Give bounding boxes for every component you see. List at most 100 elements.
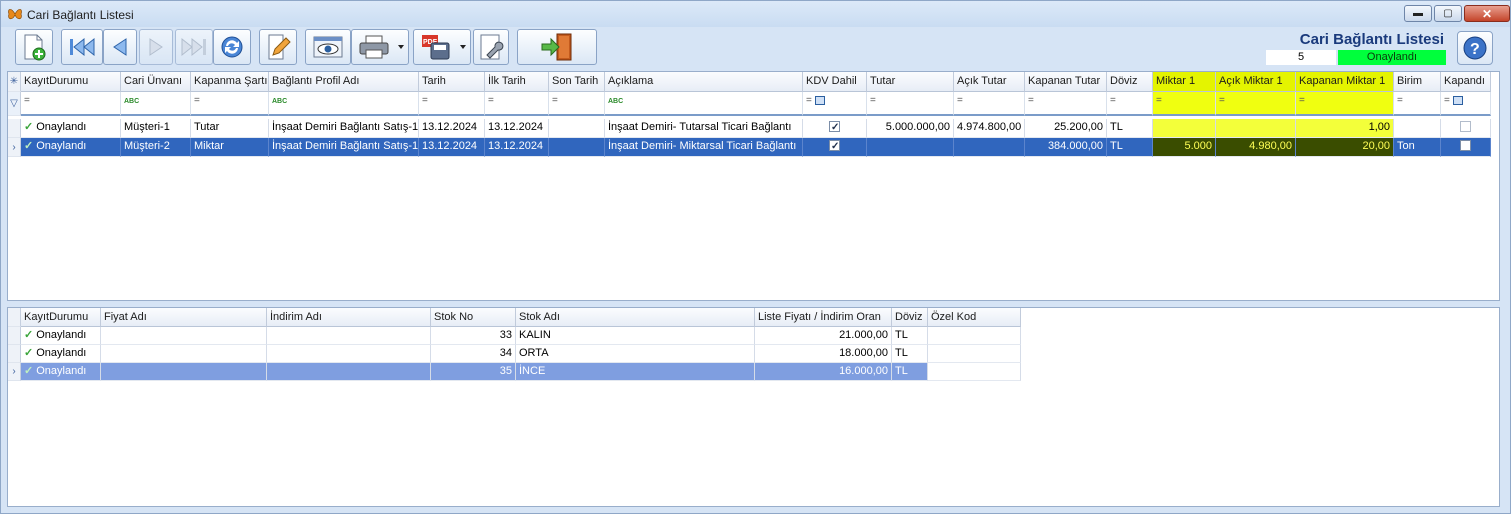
kapandi-checkbox[interactable] (1460, 120, 1471, 132)
filter-kayitdurumu[interactable]: = (21, 92, 121, 116)
help-button[interactable]: ? (1457, 31, 1493, 65)
cell-stok-adi: KALIN (516, 327, 755, 345)
refresh-button[interactable] (213, 29, 251, 65)
kapandi-checkbox[interactable] (1460, 139, 1471, 151)
list-item-selected[interactable]: › ✓ Onaylandı 35 İNCE 16.000,00 TL (8, 363, 1021, 381)
col-doviz[interactable]: Döviz (892, 308, 928, 327)
filter-ilk-tarih[interactable]: = (485, 92, 549, 116)
check-icon: ✓ (24, 347, 34, 359)
text-filter-icon: ABC (608, 98, 624, 105)
check-icon: ✓ (24, 365, 34, 377)
cell-aciklama: İnşaat Demiri- Miktarsal Ticari Bağlantı (605, 138, 803, 157)
exit-button[interactable] (517, 29, 597, 65)
filter-cari-unvani[interactable]: ABC (121, 92, 191, 116)
close-button[interactable]: ✕ (1464, 5, 1510, 22)
col-acik-tutar[interactable]: Açık Tutar (954, 72, 1025, 92)
edit-button[interactable] (259, 29, 297, 65)
kdv-checkbox[interactable] (829, 119, 840, 136)
col-kdv-dahil[interactable]: KDV Dahil (803, 72, 867, 92)
col-doviz[interactable]: Döviz (1107, 72, 1153, 92)
cell-stok-adi: İNCE (516, 363, 755, 381)
cell-kapandi[interactable] (1441, 138, 1491, 157)
cell-kapandi[interactable] (1441, 119, 1491, 138)
filter-baglanti-profil-adi[interactable]: ABC (269, 92, 419, 116)
preview-button[interactable] (305, 29, 351, 65)
filter-birim[interactable]: = (1394, 92, 1441, 116)
cell-doviz: TL (1107, 138, 1153, 157)
svg-text:?: ? (1470, 41, 1480, 58)
kdv-checkbox[interactable] (829, 138, 840, 155)
detail-grid-header: KayıtDurumu Fiyat Adı İndirim Adı Stok N… (8, 308, 1021, 327)
col-kapandi[interactable]: Kapandı (1441, 72, 1491, 92)
col-stok-adi[interactable]: Stok Adı (516, 308, 755, 327)
print-dropdown-arrow-icon[interactable] (398, 45, 404, 49)
header-corner (8, 308, 21, 327)
cell-birim: Ton (1394, 138, 1441, 157)
filter-kapanan-tutar[interactable]: = (1025, 92, 1107, 116)
col-kapanma-sarti[interactable]: Kapanma Şartı (191, 72, 269, 92)
col-stok-no[interactable]: Stok No (431, 308, 516, 327)
cell-status: ✓ Onaylandı (21, 345, 101, 363)
list-item[interactable]: ✓ Onaylandı 33 KALIN 21.000,00 TL (8, 327, 1021, 345)
cell-stok-no: 33 (431, 327, 516, 345)
filter-tutar[interactable]: = (867, 92, 954, 116)
equals-icon: = (1299, 95, 1305, 106)
col-kayitdurumu[interactable]: KayıtDurumu (21, 308, 101, 327)
cell-status: ✓ Onaylandı (21, 119, 121, 138)
col-fiyat-adi[interactable]: Fiyat Adı (101, 308, 267, 327)
next-record-icon (149, 38, 163, 56)
cell-doviz: TL (892, 327, 928, 345)
new-record-button[interactable] (15, 29, 53, 65)
cell-kdv-dahil[interactable] (803, 138, 867, 157)
cell-doviz: TL (892, 363, 928, 381)
col-miktar-1[interactable]: Miktar 1 (1153, 72, 1216, 92)
col-liste-fiyati[interactable]: Liste Fiyatı / İndirim Oran (755, 308, 892, 327)
list-item[interactable]: ✓ Onaylandı 34 ORTA 18.000,00 TL (8, 345, 1021, 363)
col-ilk-tarih[interactable]: İlk Tarih (485, 72, 549, 92)
col-indirim-adi[interactable]: İndirim Adı (267, 308, 431, 327)
col-tutar[interactable]: Tutar (867, 72, 954, 92)
col-acik-miktar-1[interactable]: Açık Miktar 1 (1216, 72, 1296, 92)
filter-kapanan-miktar-1[interactable]: = (1296, 92, 1394, 116)
print-button[interactable] (351, 29, 409, 65)
filter-kapandi[interactable]: = (1441, 92, 1491, 116)
first-record-button[interactable] (61, 29, 103, 65)
pdf-dropdown-arrow-icon[interactable] (460, 45, 466, 49)
cell-doviz: TL (1107, 119, 1153, 138)
filter-son-tarih[interactable]: = (549, 92, 605, 116)
col-ozel-kod[interactable]: Özel Kod (928, 308, 1021, 327)
filter-doviz[interactable]: = (1107, 92, 1153, 116)
table-row[interactable]: ✓ Onaylandı Müşteri-1 Tutar İnşaat Demiri… (8, 119, 1499, 138)
row-indicator (8, 345, 21, 363)
settings-button[interactable] (473, 29, 509, 65)
minimize-button[interactable]: ▬ (1404, 5, 1432, 22)
col-cari-unvani[interactable]: Cari Ünvanı (121, 72, 191, 92)
col-kayitdurumu[interactable]: KayıtDurumu (21, 72, 121, 92)
filter-tarih[interactable]: = (419, 92, 485, 116)
col-kapanan-tutar[interactable]: Kapanan Tutar (1025, 72, 1107, 92)
cell-kdv-dahil[interactable] (803, 119, 867, 138)
col-son-tarih[interactable]: Son Tarih (549, 72, 605, 92)
maximize-button[interactable]: ▢ (1434, 5, 1462, 22)
cell-birim (1394, 119, 1441, 138)
filter-kdv-dahil[interactable]: = (803, 92, 867, 116)
col-baglanti-profil-adi[interactable]: Bağlantı Profil Adı (269, 72, 419, 92)
equals-icon: = (1397, 95, 1403, 106)
table-row-selected[interactable]: › ✓ Onaylandı Müşteri-2 Miktar İnşaat Dem… (8, 138, 1499, 157)
cell-status: ✓ Onaylandı (21, 138, 121, 157)
last-record-button[interactable] (175, 29, 213, 65)
filter-kapanma-sarti[interactable]: = (191, 92, 269, 116)
col-birim[interactable]: Birim (1394, 72, 1441, 92)
col-kapanan-miktar-1[interactable]: Kapanan Miktar 1 (1296, 72, 1394, 92)
filter-aciklama[interactable]: ABC (605, 92, 803, 116)
cell-ozel-kod (928, 327, 1021, 345)
filter-acik-tutar[interactable]: = (954, 92, 1025, 116)
col-tarih[interactable]: Tarih (419, 72, 485, 92)
filter-miktar-1[interactable]: = (1153, 92, 1216, 116)
pdf-export-button[interactable]: PDF (413, 29, 471, 65)
filter-acik-miktar-1[interactable]: = (1216, 92, 1296, 116)
butterfly-icon (8, 9, 22, 19)
previous-record-button[interactable] (103, 29, 137, 65)
next-record-button[interactable] (139, 29, 173, 65)
col-aciklama[interactable]: Açıklama (605, 72, 803, 92)
